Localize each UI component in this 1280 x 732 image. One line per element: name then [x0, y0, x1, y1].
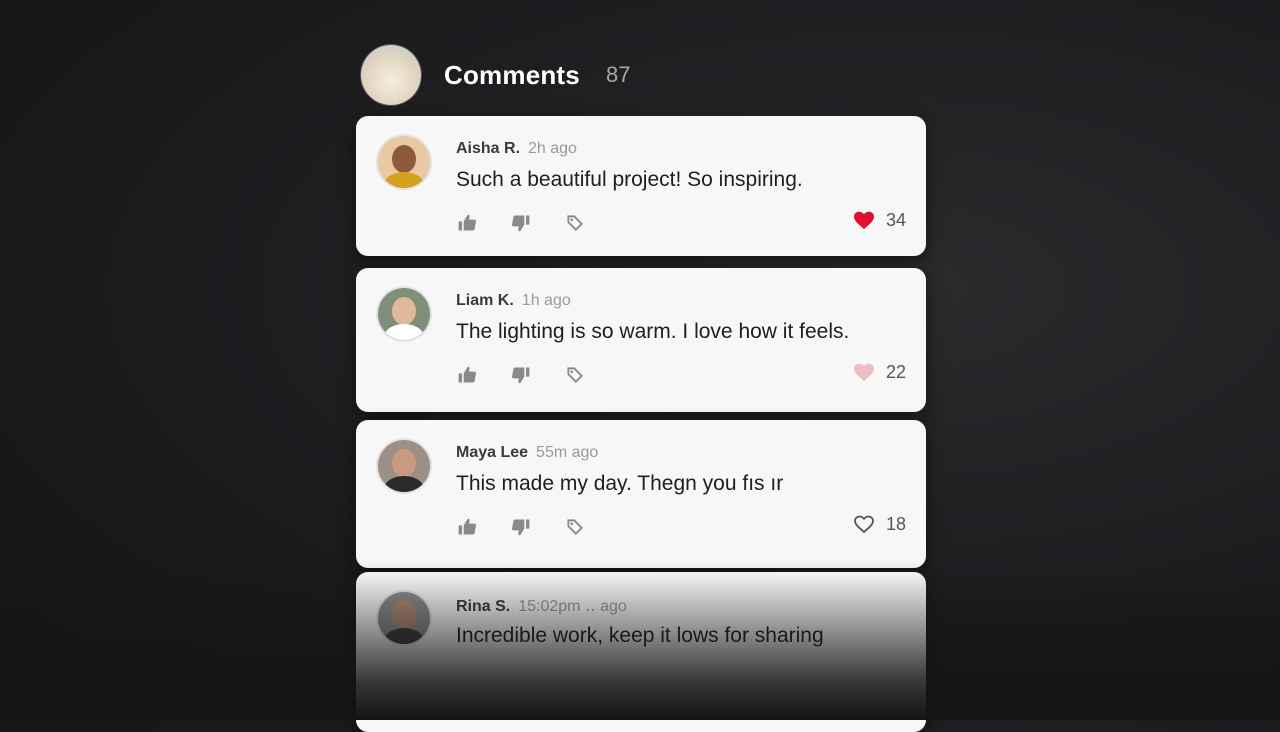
avatar[interactable]: [378, 136, 430, 188]
comment-time: 2h ago: [528, 140, 577, 157]
heart-outline-icon: [854, 515, 874, 534]
comment-card: Aisha R. 2h ago Such a beautiful project!…: [356, 116, 926, 256]
comment-actions: [456, 516, 618, 538]
thumbs-down-icon[interactable]: [510, 516, 532, 538]
thumbs-down-icon[interactable]: [510, 364, 532, 386]
comments-title: Comments: [444, 59, 580, 90]
channel-avatar[interactable]: [361, 45, 421, 105]
comment-card: Liam K. 1h ago The lighting is so warm. I…: [356, 268, 926, 412]
like-button[interactable]: 34: [852, 208, 906, 232]
like-button[interactable]: 18: [852, 512, 906, 536]
thumbs-up-icon[interactable]: [456, 364, 478, 386]
avatar[interactable]: [378, 288, 430, 340]
tag-icon[interactable]: [564, 212, 586, 234]
comment-meta: Liam K. 1h ago: [456, 292, 571, 310]
comment-meta: Aisha R. 2h ago: [456, 140, 577, 158]
comment-actions: [456, 212, 618, 234]
comment-card: Maya Lee 55m ago This made my day. Thegn …: [356, 420, 926, 568]
comment-author[interactable]: Liam K.: [456, 292, 514, 309]
comment-time: 15:02pm ․․ ago: [518, 598, 627, 615]
heart-icon: [853, 211, 874, 229]
comment-author[interactable]: Aisha R.: [456, 140, 520, 157]
comment-text: Such a beautiful project! So inspiring.: [456, 168, 803, 191]
heart-icon: [853, 363, 874, 381]
avatar[interactable]: [378, 592, 430, 644]
like-count: 34: [885, 209, 906, 230]
comment-meta: Maya Lee 55m ago: [456, 444, 598, 462]
like-count: 22: [885, 361, 906, 382]
comment-time: 55m ago: [536, 444, 599, 461]
tag-icon[interactable]: [564, 516, 586, 538]
thumbs-down-icon[interactable]: [510, 212, 532, 234]
comment-text: The lighting is so warm. I love how it f…: [456, 320, 850, 343]
comment-meta: Rina S. 15:02pm ․․ ago: [456, 596, 627, 616]
thumbs-up-icon[interactable]: [456, 212, 478, 234]
like-count: 18: [885, 513, 906, 534]
comment-text: Incredible work, keep it lows for sharin…: [456, 624, 824, 647]
thumbs-up-icon[interactable]: [456, 516, 478, 538]
tag-icon[interactable]: [564, 364, 586, 386]
comment-author[interactable]: Maya Lee: [456, 444, 528, 461]
comment-card: Rina S. 15:02pm ․․ ago Incredible work, k…: [356, 572, 926, 732]
comments-header: Comments 87: [361, 45, 761, 105]
comments-count: 87: [605, 62, 631, 87]
avatar[interactable]: [378, 440, 430, 492]
like-button[interactable]: 22: [852, 360, 906, 384]
comment-time: 1h ago: [521, 292, 571, 309]
comment-actions: [456, 364, 618, 386]
comment-author[interactable]: Rina S.: [456, 598, 510, 615]
comment-text: This made my day. Thegn you fıs ır: [456, 472, 784, 495]
